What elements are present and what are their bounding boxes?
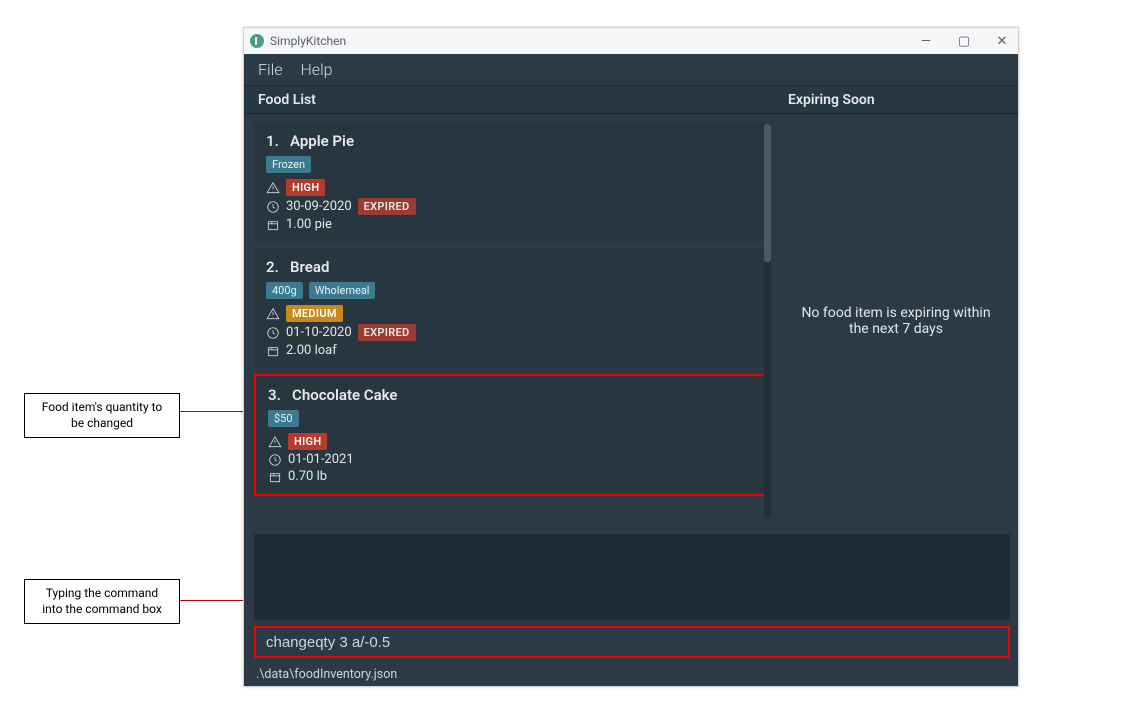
- header-expiring: Expiring Soon: [774, 92, 1018, 108]
- expired-badge: EXPIRED: [358, 198, 416, 215]
- expired-badge: EXPIRED: [358, 324, 416, 341]
- command-input[interactable]: [254, 626, 1010, 658]
- clock-icon: [266, 326, 280, 340]
- priority-badge: MEDIUM: [286, 305, 343, 322]
- arrow-line: [180, 600, 246, 601]
- columns-header: Food List Expiring Soon: [244, 86, 1018, 114]
- food-title: 1. Apple Pie: [266, 132, 754, 150]
- maximize-button[interactable]: ▢: [954, 34, 974, 49]
- warning-icon: [266, 307, 280, 321]
- food-date: 01-10-2020: [286, 325, 352, 340]
- food-tags: $50: [268, 410, 752, 427]
- food-item[interactable]: 2. Bread 400g Wholemeal MEDIUM 01-10-202…: [254, 248, 766, 368]
- date-row: 01-01-2021: [268, 452, 752, 467]
- food-index: 1.: [266, 132, 279, 150]
- callout-command: Typing the command into the command box: [24, 579, 180, 624]
- priority-row: HIGH: [268, 433, 752, 450]
- expiring-pane: No food item is expiring within the next…: [774, 114, 1018, 528]
- status-path: .\data\foodInventory.json: [256, 667, 397, 682]
- food-item[interactable]: 1. Apple Pie Frozen HIGH 30-09-2020 EXPI…: [254, 122, 766, 242]
- app-icon: [250, 34, 264, 48]
- food-tag: $50: [268, 410, 299, 427]
- window-controls: — ▢ ✕: [916, 34, 1012, 49]
- statusbar: .\data\foodInventory.json: [244, 662, 1018, 686]
- priority-row: HIGH: [266, 179, 754, 196]
- date-row: 01-10-2020 EXPIRED: [266, 324, 754, 341]
- date-row: 30-09-2020 EXPIRED: [266, 198, 754, 215]
- scrollbar-thumb[interactable]: [764, 124, 771, 262]
- food-index: 2.: [266, 258, 279, 276]
- priority-row: MEDIUM: [266, 305, 754, 322]
- clock-icon: [268, 453, 282, 467]
- food-name: Apple Pie: [290, 132, 354, 150]
- food-qty: 0.70 lb: [288, 469, 327, 484]
- food-date: 01-01-2021: [288, 452, 354, 467]
- output-panel: [254, 534, 1010, 620]
- priority-badge: HIGH: [286, 179, 325, 196]
- expiring-empty-text: No food item is expiring within the next…: [794, 305, 998, 337]
- callout-item-qty: Food item's quantity to be changed: [24, 393, 180, 438]
- main-area: 1. Apple Pie Frozen HIGH 30-09-2020 EXPI…: [244, 114, 1018, 528]
- food-qty: 1.00 pie: [286, 217, 332, 232]
- callout-text: Food item's quantity to be changed: [42, 400, 163, 430]
- box-icon: [268, 470, 282, 484]
- clock-icon: [266, 200, 280, 214]
- warning-icon: [268, 435, 282, 449]
- app-window: SimplyKitchen — ▢ ✕ File Help Food List …: [243, 27, 1019, 687]
- food-tags: 400g Wholemeal: [266, 282, 754, 299]
- callout-text: Typing the command into the command box: [42, 586, 162, 616]
- food-title: 2. Bread: [266, 258, 754, 276]
- menu-file[interactable]: File: [258, 60, 282, 79]
- header-food-list: Food List: [244, 92, 774, 108]
- window-title: SimplyKitchen: [270, 34, 346, 48]
- qty-row: 1.00 pie: [266, 217, 754, 232]
- menubar: File Help: [244, 54, 1018, 86]
- command-row: [254, 626, 1010, 658]
- food-title: 3. Chocolate Cake: [268, 386, 752, 404]
- food-tags: Frozen: [266, 156, 754, 173]
- titlebar: SimplyKitchen — ▢ ✕: [244, 28, 1018, 54]
- arrow-line: [180, 411, 246, 412]
- food-name: Bread: [290, 258, 329, 276]
- box-icon: [266, 344, 280, 358]
- food-item-highlighted[interactable]: 3. Chocolate Cake $50 HIGH 01-01-2021: [254, 374, 766, 496]
- qty-row: 2.00 loaf: [266, 343, 754, 358]
- warning-icon: [266, 181, 280, 195]
- food-qty: 2.00 loaf: [286, 343, 337, 358]
- minimize-button[interactable]: —: [916, 34, 936, 49]
- food-name: Chocolate Cake: [292, 386, 397, 404]
- qty-row: 0.70 lb: [268, 469, 752, 484]
- food-list-pane: 1. Apple Pie Frozen HIGH 30-09-2020 EXPI…: [244, 114, 774, 528]
- food-index: 3.: [268, 386, 281, 404]
- food-date: 30-09-2020: [286, 199, 352, 214]
- priority-badge: HIGH: [288, 433, 327, 450]
- close-button[interactable]: ✕: [992, 34, 1012, 49]
- app-body: File Help Food List Expiring Soon 1. App…: [244, 54, 1018, 686]
- food-tag: Wholemeal: [309, 282, 376, 299]
- menu-help[interactable]: Help: [300, 60, 332, 79]
- food-tag: 400g: [266, 282, 303, 299]
- box-icon: [266, 218, 280, 232]
- food-tag: Frozen: [266, 156, 311, 173]
- scrollbar[interactable]: [764, 124, 771, 518]
